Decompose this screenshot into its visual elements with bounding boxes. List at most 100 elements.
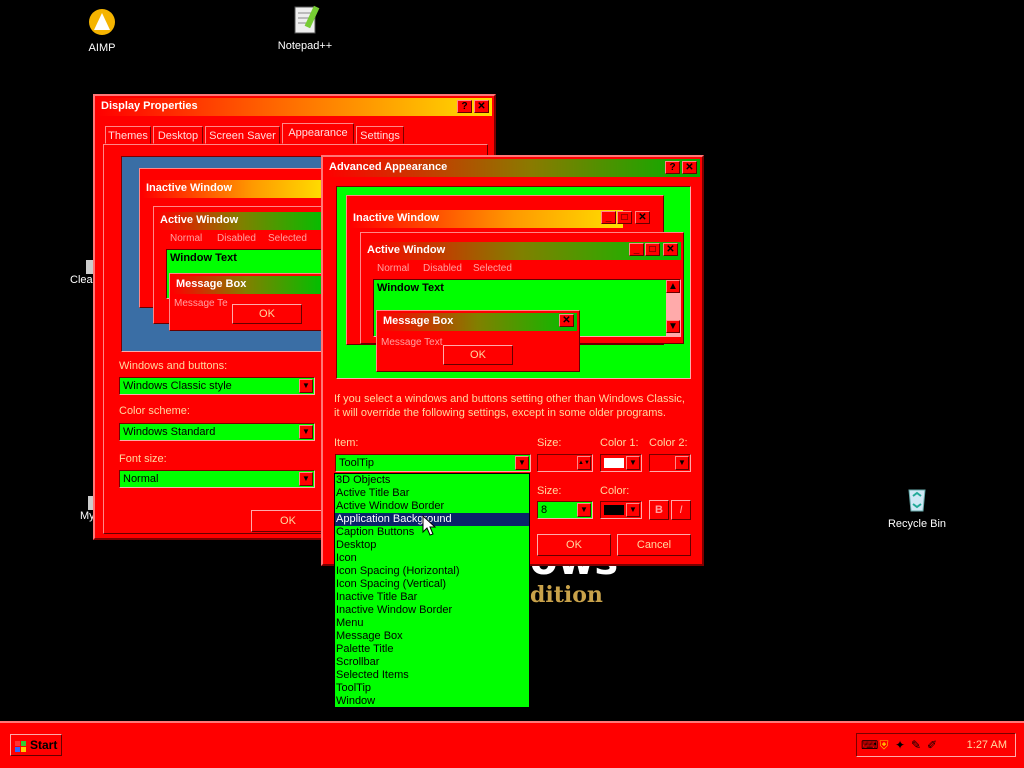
chevron-down-icon[interactable]: ▼	[675, 456, 689, 470]
color1-picker[interactable]: ▼	[600, 454, 642, 472]
list-item[interactable]: Palette Title	[335, 643, 529, 656]
preview-message-text: Message Text	[381, 337, 443, 348]
close-icon: ✕	[663, 243, 678, 256]
chevron-down-icon[interactable]: ▼	[626, 456, 640, 470]
color1-label: Color 1:	[600, 437, 639, 449]
item-dropdown-list[interactable]: 3D Objects Active Title Bar Active Windo…	[334, 473, 530, 708]
tab-appearance[interactable]: Appearance	[282, 123, 354, 144]
list-item[interactable]: Message Box	[335, 630, 529, 643]
desktop-icon-notepadpp[interactable]: Notepad++	[260, 4, 350, 52]
font-color-picker[interactable]: ▼	[600, 501, 642, 519]
chevron-down-icon[interactable]: ▼	[299, 379, 313, 393]
list-item[interactable]: Menu	[335, 617, 529, 630]
ok-button[interactable]: OK	[251, 510, 325, 532]
list-item[interactable]: Active Title Bar	[335, 487, 529, 500]
list-item[interactable]: Inactive Window Border	[335, 604, 529, 617]
color-swatch	[604, 458, 624, 468]
preview-message-box: Message Box ✕ Message Text OK	[376, 310, 580, 372]
font-size-select[interactable]: 8 ▼	[537, 501, 593, 519]
list-item[interactable]: ToolTip	[335, 682, 529, 695]
list-item[interactable]: Inactive Title Bar	[335, 591, 529, 604]
tab-themes[interactable]: Themes	[105, 126, 151, 144]
help-button[interactable]: ?	[665, 161, 680, 174]
keyboard-icon[interactable]: ⌨	[861, 738, 878, 752]
maximize-icon: □	[645, 243, 660, 256]
color-scheme-label: Color scheme:	[119, 405, 190, 417]
close-button[interactable]: ✕	[474, 100, 489, 113]
preview-menu-selected: Selected	[473, 263, 512, 274]
tab-settings[interactable]: Settings	[356, 126, 404, 144]
taskbar: Start ⌨ ⛨ ✦ ✎ ✐ 1:27 AM	[0, 721, 1024, 768]
list-item[interactable]: Scrollbar	[335, 656, 529, 669]
network-icon[interactable]: ✦	[893, 738, 907, 752]
wallpaper-edition-text: dition	[530, 582, 603, 608]
info-text-line-2: it will override the following settings,…	[334, 407, 666, 419]
chevron-down-icon[interactable]: ▼	[626, 503, 640, 517]
item-select[interactable]: ToolTip ▼	[335, 454, 531, 472]
advanced-appearance-titlebar[interactable]: Advanced Appearance ? ✕	[325, 159, 700, 177]
tab-strip: Themes Desktop Screen Saver Appearance S…	[103, 123, 493, 144]
close-button[interactable]: ✕	[682, 161, 697, 174]
desktop-icon-label: Recycle Bin	[887, 518, 947, 530]
close-icon: ✕	[559, 314, 574, 327]
color-swatch	[604, 505, 624, 515]
tab-desktop[interactable]: Desktop	[153, 126, 203, 144]
preview-menu-disabled: Disabled	[423, 263, 462, 274]
list-item[interactable]: 3D Objects	[335, 474, 529, 487]
desktop-icon-recycle-bin[interactable]: Recycle Bin	[872, 482, 962, 530]
mouse-cursor-icon	[422, 514, 437, 540]
info-text-line-1: If you select a windows and buttons sett…	[334, 393, 685, 405]
chevron-down-icon[interactable]: ▼	[299, 425, 313, 439]
help-button[interactable]: ?	[457, 100, 472, 113]
list-item[interactable]: Selected Items	[335, 669, 529, 682]
shield-icon[interactable]: ⛨	[877, 738, 891, 752]
close-icon: ✕	[635, 211, 650, 224]
color2-picker[interactable]: ▼	[649, 454, 691, 472]
spinner-arrows-icon[interactable]: ▲▼	[577, 456, 591, 470]
preview-message-text: Message Te	[174, 298, 228, 309]
desktop-icon-label: Notepad++	[277, 40, 333, 52]
windows-buttons-select[interactable]: Windows Classic style ▼	[119, 377, 315, 395]
chevron-down-icon[interactable]: ▼	[515, 456, 529, 470]
color-scheme-select[interactable]: Windows Standard ▼	[119, 423, 315, 441]
italic-button[interactable]: I	[671, 500, 691, 520]
windows-buttons-label: Windows and buttons:	[119, 360, 228, 372]
security-icon[interactable]: ✎	[909, 738, 923, 752]
list-item[interactable]: Window	[335, 695, 529, 708]
cancel-button[interactable]: Cancel	[617, 534, 691, 556]
update-icon[interactable]: ✐	[925, 738, 939, 752]
start-button[interactable]: Start	[10, 734, 62, 756]
desktop-icon-aimp[interactable]: AIMP	[57, 6, 147, 54]
start-label: Start	[30, 738, 58, 752]
preview-scrollbar: ▲ ▼	[666, 280, 680, 336]
window-title: Advanced Appearance	[329, 161, 448, 173]
preview-ok-button: OK	[443, 345, 513, 365]
list-item[interactable]: Icon Spacing (Horizontal)	[335, 565, 529, 578]
bold-button[interactable]: B	[649, 500, 669, 520]
system-tray: ⌨ ⛨ ✦ ✎ ✐ 1:27 AM	[856, 733, 1016, 757]
list-item[interactable]: Desktop	[335, 539, 529, 552]
chevron-down-icon[interactable]: ▼	[577, 503, 591, 517]
item-size-label: Size:	[537, 437, 562, 449]
select-value: Windows Classic style	[123, 380, 232, 392]
list-item[interactable]: Icon Spacing (Vertical)	[335, 578, 529, 591]
tab-screen-saver[interactable]: Screen Saver	[205, 126, 280, 144]
item-size-spinner[interactable]: ▲▼	[537, 454, 593, 472]
chevron-down-icon[interactable]: ▼	[299, 472, 313, 486]
clock[interactable]: 1:27 AM	[967, 739, 1007, 751]
list-item[interactable]: Active Window Border	[335, 500, 529, 513]
desktop-icon-label: AIMP	[88, 42, 116, 54]
select-value: ToolTip	[339, 457, 375, 469]
ok-button[interactable]: OK	[537, 534, 611, 556]
preview-menu-normal: Normal	[170, 233, 203, 244]
item-label: Item:	[334, 437, 359, 449]
preview-message-box-title: Message Box	[379, 313, 577, 331]
minimize-icon: _	[601, 211, 616, 224]
display-properties-titlebar[interactable]: Display Properties ? ✕	[97, 98, 492, 116]
font-size-select[interactable]: Normal ▼	[119, 470, 315, 488]
list-item[interactable]: Icon	[335, 552, 529, 565]
select-value: 8	[541, 504, 548, 516]
font-color-label: Color:	[600, 485, 630, 497]
maximize-icon: □	[617, 211, 632, 224]
scroll-up-icon: ▲	[666, 280, 680, 293]
